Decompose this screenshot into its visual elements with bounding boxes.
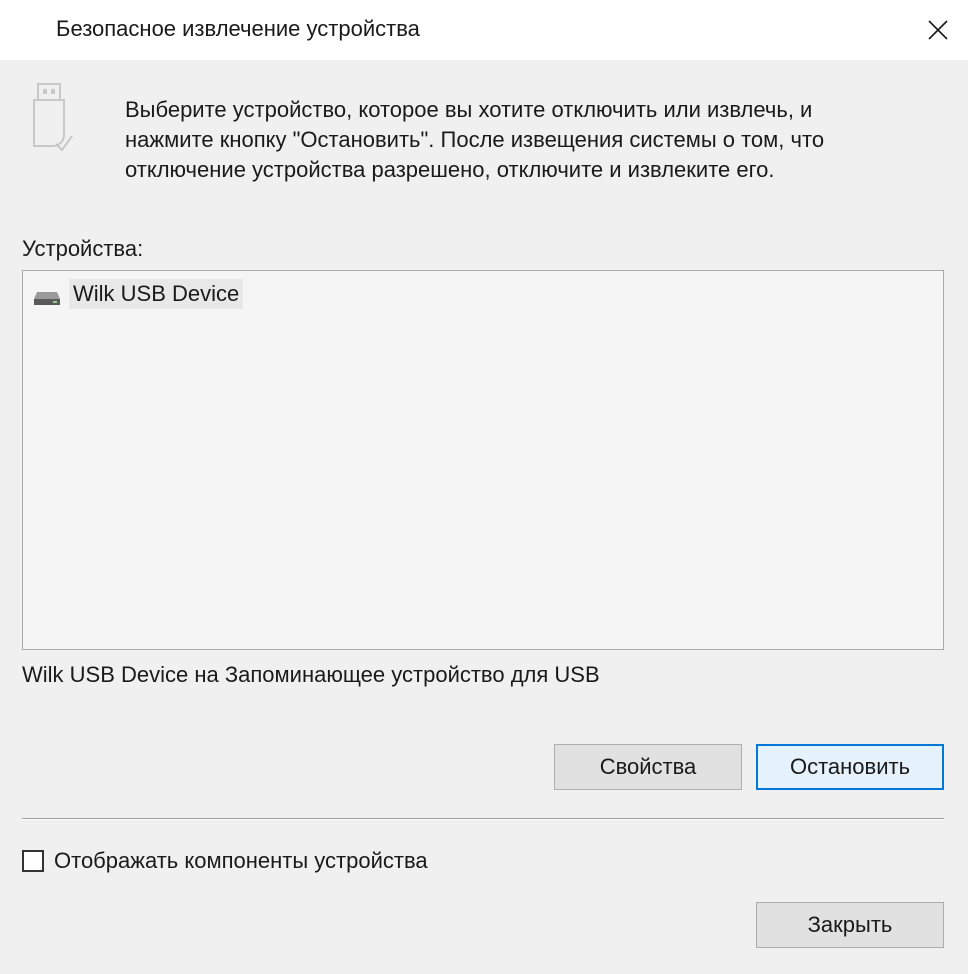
- separator: [22, 818, 944, 820]
- instruction-text: Выберите устройство, которое вы хотите о…: [125, 97, 825, 182]
- window-title: Безопасное извлечение устройства: [56, 16, 420, 41]
- device-list-item[interactable]: Wilk USB Device: [33, 277, 244, 311]
- show-components-option[interactable]: Отображать компоненты устройства: [22, 848, 428, 874]
- close-window-button[interactable]: [908, 0, 968, 60]
- device-list[interactable]: Wilk USB Device: [22, 270, 944, 650]
- stop-button[interactable]: Остановить: [756, 744, 944, 790]
- close-button[interactable]: Закрыть: [756, 902, 944, 948]
- title-bar: Безопасное извлечение устройства: [0, 0, 968, 60]
- close-icon: [928, 20, 948, 40]
- properties-button[interactable]: Свойства: [554, 744, 742, 790]
- show-components-checkbox[interactable]: [22, 850, 44, 872]
- device-name[interactable]: Wilk USB Device: [69, 279, 244, 309]
- drive-icon: [34, 292, 60, 305]
- device-description: Wilk USB Device на Запоминающее устройст…: [22, 662, 600, 687]
- devices-label: Устройства:: [22, 236, 144, 261]
- show-components-label[interactable]: Отображать компоненты устройства: [54, 848, 428, 874]
- usb-drive-icon: [33, 83, 73, 152]
